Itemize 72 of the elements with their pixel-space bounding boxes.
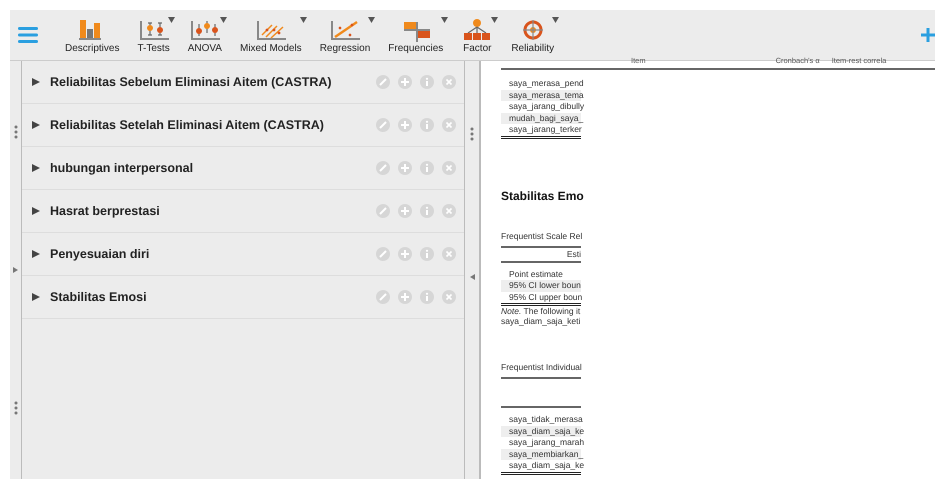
table-cell: saya_membiarkan_ [501,448,581,460]
analysis-title: hubungan interpersonal [50,161,194,175]
table-cell: 95% CI lower boun [501,280,581,292]
edit-icon[interactable] [376,75,390,89]
edit-icon[interactable] [376,118,390,132]
table-cell-text: saya_merasa_pend [508,78,581,90]
table-cell-text: 95% CI upper boun [508,292,581,303]
table-title: Frequentist Scale Rel [501,230,581,240]
edit-icon[interactable] [376,204,390,218]
info-icon[interactable] [420,75,434,89]
analysis-title: Hasrat berprestasi [50,204,161,218]
table-cell-text: Point estimate [508,268,564,280]
close-icon[interactable] [442,204,456,218]
analysis-title: Reliabilitas Setelah Eliminasi Aitem (CASTRA) [50,118,325,132]
close-icon[interactable] [442,75,456,89]
add-icon[interactable] [398,118,412,132]
module-button[interactable]: Factor [454,16,500,54]
add-icon[interactable] [398,161,412,175]
module-button[interactable]: Descriptives [58,16,126,54]
edit-icon[interactable] [376,161,390,175]
table-title: Frequentist Individual [501,362,581,372]
module-button[interactable]: T-Tests [130,16,177,54]
menu-icon[interactable] [18,26,38,44]
drag-handle-icon[interactable] [470,127,474,142]
close-icon[interactable] [442,290,456,304]
analysis-row[interactable]: Hasrat berprestasi [22,190,464,233]
close-icon[interactable] [442,161,456,175]
analysis-row[interactable]: Penyesuaian diri [22,233,464,276]
module-button[interactable]: Reliability [504,16,562,54]
analysis-title: Stabilitas Emosi [50,290,148,304]
table-cell-text: saya_tidak_merasa [508,414,581,426]
edit-icon[interactable] [376,290,390,304]
table-note: saya_diam_saja_keti [501,316,581,326]
drag-handle-icon[interactable] [14,125,18,139]
collapse-panel-icon[interactable] [470,274,474,280]
info-icon[interactable] [420,290,434,304]
column-header: Esti [566,248,581,258]
info-icon[interactable] [420,204,434,218]
expand-arrow-icon[interactable] [32,164,40,172]
edit-icon[interactable] [376,247,390,261]
analysis-row[interactable]: Reliabilitas Sebelum Eliminasi Aitem (CASTRA) [22,61,464,104]
add-icon[interactable] [398,75,412,89]
module-button[interactable]: ANOVA [180,16,229,54]
table-cell: mudah_bagi_saya_ [501,112,581,124]
module-button[interactable]: Mixed Models [232,16,309,54]
expand-arrow-icon[interactable] [32,250,40,258]
expand-arrow-icon[interactable] [32,293,40,301]
module-button[interactable]: Frequencies [381,16,450,54]
close-icon[interactable] [442,247,456,261]
analysis-row[interactable]: Stabilitas Emosi [22,276,464,319]
table-cell-text: saya_jarang_terker [508,124,581,136]
table-cell-text: saya_jarang_marah [508,437,581,448]
expand-arrow-icon[interactable] [32,78,40,86]
analysis-title: Penyesuaian diri [50,247,150,261]
analysis-row[interactable]: hubungan interpersonal [22,147,464,190]
close-icon[interactable] [442,118,456,132]
analysis-row[interactable]: Reliabilitas Setelah Eliminasi Aitem (CASTRA) [22,104,464,147]
module-button[interactable]: Regression [312,16,378,54]
add-icon[interactable] [921,28,935,42]
add-icon[interactable] [398,290,412,304]
section-heading: Stabilitas Emo [501,188,585,202]
info-icon[interactable] [420,161,434,175]
expand-panel-icon[interactable] [13,267,18,273]
drag-handle-icon[interactable] [14,401,18,415]
add-icon[interactable] [398,247,412,261]
expand-arrow-icon[interactable] [32,207,40,215]
table-note: Note. The following it [501,306,581,316]
expand-arrow-icon[interactable] [32,121,40,129]
analysis-title: Reliabilitas Sebelum Eliminasi Aitem (CASTRA) [50,75,333,89]
info-icon[interactable] [420,247,434,261]
add-icon[interactable] [398,204,412,218]
info-icon[interactable] [420,118,434,132]
